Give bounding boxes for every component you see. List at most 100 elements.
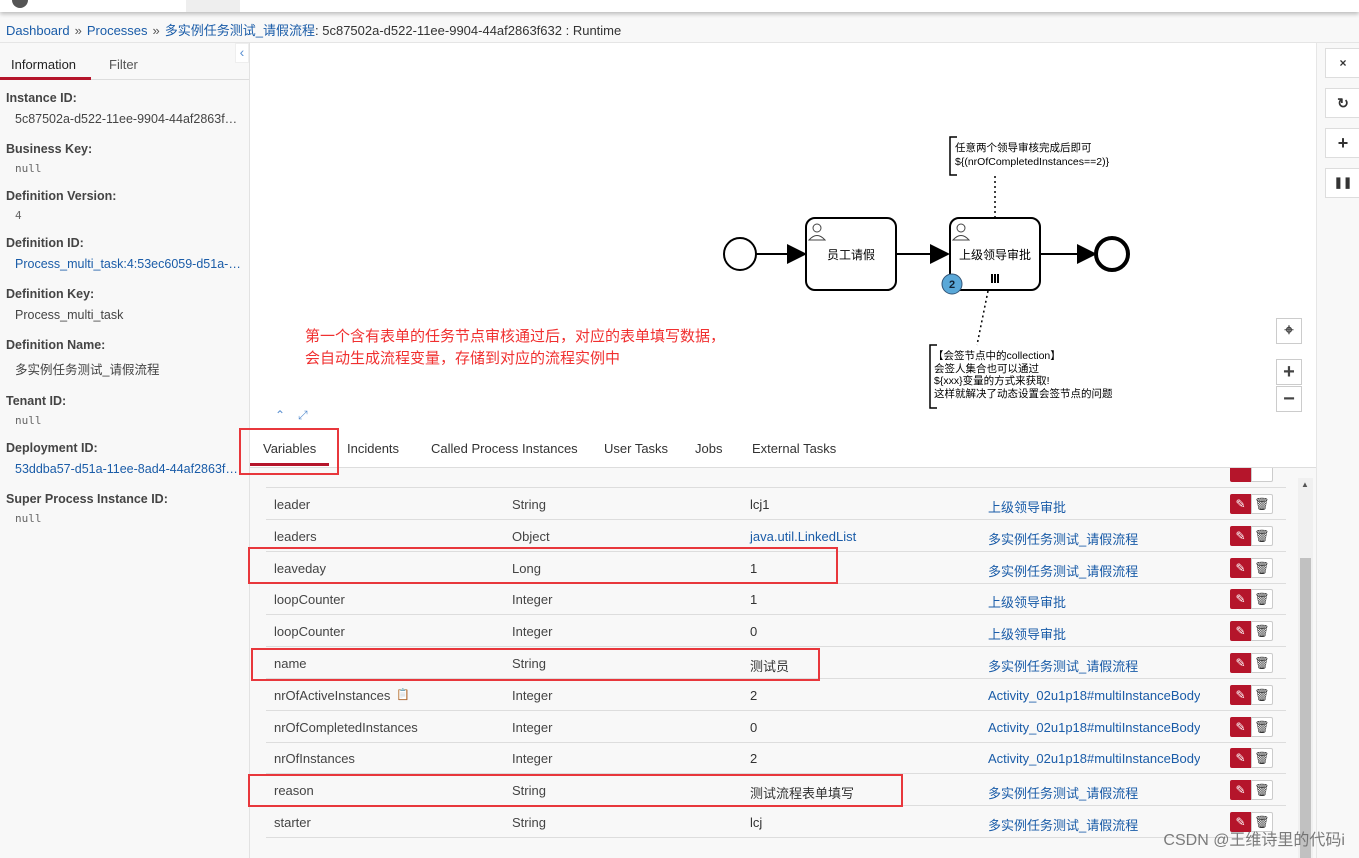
tab-called-process-instances[interactable]: Called Process Instances xyxy=(431,441,578,456)
delete-icon[interactable]: 🗑 xyxy=(1251,653,1273,673)
variable-value: 2 xyxy=(750,751,758,767)
breadcrumb-processes[interactable]: Processes xyxy=(87,23,148,38)
refresh-icon[interactable]: ↻ xyxy=(1325,88,1359,118)
field-value[interactable]: 53ddba57-d51a-11ee-8ad4-44af2863f632 xyxy=(15,462,244,476)
variable-type: Integer xyxy=(512,751,553,767)
delete-icon[interactable]: 🗑 xyxy=(1251,684,1273,705)
variable-name: nrOfCompletedInstances xyxy=(274,719,418,735)
field-label: Instance ID: xyxy=(6,91,77,105)
variable-scope[interactable]: 多实例任务测试_请假流程 xyxy=(988,815,1138,834)
edit-icon[interactable]: ✎ xyxy=(1230,684,1251,705)
instance-info: Instance ID: 5c87502a-d522-11ee-9904-44af… xyxy=(6,91,244,539)
tab-variables[interactable]: Variables xyxy=(250,441,330,466)
variable-scope[interactable]: 多实例任务测试_请假流程 xyxy=(988,561,1138,580)
note-line: 第一个含有表单的任务节点审核通过后，对应的表单填写数据， xyxy=(305,328,726,345)
variable-value: lcj xyxy=(750,815,763,830)
start-event[interactable] xyxy=(723,237,757,271)
field-value: Process_multi_task xyxy=(15,308,124,322)
edit-icon[interactable]: ✎ xyxy=(1230,589,1251,610)
annotation-note: 第一个含有表单的任务节点审核通过后，对应的表单填写数据， 会自动生成流程变量，存储… xyxy=(305,326,725,370)
variable-value: 0 xyxy=(750,719,758,735)
variable-type: Long xyxy=(512,560,541,576)
variable-name: leader xyxy=(274,497,311,512)
collapse-up-icon[interactable]: ⌃ xyxy=(275,408,285,422)
edit-icon[interactable]: ✎ xyxy=(1230,653,1251,673)
plus-icon[interactable]: + xyxy=(1325,128,1359,158)
table-row: starter String lcj 多实例任务测试_请假流程 ✎ 🗑 xyxy=(266,806,1286,838)
table-scrollbar[interactable]: ▲ xyxy=(1298,478,1313,858)
variable-scope[interactable]: 上级领导审批 xyxy=(988,592,1066,611)
table-row: nrOfCompletedInstances Integer 0 Activity_0… xyxy=(266,711,1286,743)
variable-value[interactable]: java.util.LinkedList xyxy=(750,529,856,544)
variable-value: 1 xyxy=(750,592,758,608)
variable-scope[interactable]: Activity_02u1p18#multiInstanceBody xyxy=(988,751,1200,766)
delete-icon[interactable]: 🗑 xyxy=(1251,525,1273,546)
edit-icon[interactable]: ✎ xyxy=(1230,748,1251,769)
expand-icon[interactable]: ⤢ xyxy=(298,408,308,423)
breadcrumb-dashboard[interactable]: Dashboard xyxy=(6,23,70,38)
variable-value: 2 xyxy=(750,687,758,703)
variable-value: 0 xyxy=(750,624,758,640)
delete-icon[interactable]: 🗑 xyxy=(1251,780,1273,801)
tab-user-tasks[interactable]: User Tasks xyxy=(604,441,668,456)
scrollbar-thumb[interactable] xyxy=(1300,558,1311,858)
variable-value: lcj1 xyxy=(750,497,770,512)
annotation1-line: ${(nrOfCompletedInstances==2)} xyxy=(955,156,1110,168)
edit-icon[interactable]: ✎ xyxy=(1230,557,1251,578)
variable-type: Integer xyxy=(512,624,553,640)
tab-jobs[interactable]: Jobs xyxy=(695,441,722,456)
variable-type: Integer xyxy=(512,592,553,608)
tab-incidents[interactable]: Incidents xyxy=(347,441,399,456)
variable-scope[interactable]: 多实例任务测试_请假流程 xyxy=(988,529,1138,548)
annotation2-line: ${xxx}变量的方式来获取! xyxy=(934,374,1050,387)
delete-icon[interactable]: 🗑 xyxy=(1251,716,1273,737)
delete-icon[interactable]: 🗑 xyxy=(1251,589,1273,610)
nav-tab[interactable] xyxy=(186,0,240,12)
delete-icon[interactable]: 🗑 xyxy=(1251,748,1273,769)
edit-icon[interactable]: ✎ xyxy=(1230,716,1251,737)
logo xyxy=(12,0,28,8)
edit-icon[interactable]: ✎ xyxy=(1230,780,1251,801)
variable-scope[interactable]: 上级领导审批 xyxy=(988,624,1066,643)
field-value[interactable]: Process_multi_task:4:53ec6059-d51a-11ee xyxy=(15,257,244,271)
annotation1-line: 任意两个领导审核完成后即可 xyxy=(955,141,1092,154)
reset-zoom-icon[interactable]: ⌖ xyxy=(1276,318,1302,344)
variable-name: loopCounter xyxy=(274,592,345,608)
zoom-out-icon[interactable]: − xyxy=(1276,386,1302,412)
pause-icon[interactable]: ❚❚ xyxy=(1325,168,1359,198)
field-value: 多实例任务测试_请假流程 xyxy=(15,363,160,377)
breadcrumb-process[interactable]: 多实例任务测试_请假流程 xyxy=(165,23,315,38)
variable-scope[interactable]: 多实例任务测试_请假流程 xyxy=(988,656,1138,675)
delete-icon[interactable] xyxy=(1251,468,1273,482)
variable-name: name xyxy=(274,656,307,671)
edit-icon[interactable] xyxy=(1230,468,1251,482)
zoom-in-icon[interactable]: + xyxy=(1276,359,1302,385)
variable-scope[interactable]: Activity_02u1p18#multiInstanceBody xyxy=(988,688,1200,703)
variable-scope[interactable]: Activity_02u1p18#multiInstanceBody xyxy=(988,720,1200,735)
variable-type: Object xyxy=(512,528,550,544)
table-row: leaveday Long 1 多实例任务测试_请假流程 ✎ 🗑 xyxy=(266,552,1286,584)
end-event[interactable] xyxy=(1094,236,1130,272)
tab-information[interactable]: Information xyxy=(0,57,91,80)
edit-icon[interactable]: ✎ xyxy=(1230,621,1251,642)
variable-scope[interactable]: 上级领导审批 xyxy=(988,497,1066,516)
field-value: 5c87502a-d522-11ee-9904-44af2863f632 xyxy=(15,112,244,126)
delete-icon[interactable]: 🗑 xyxy=(1251,621,1273,642)
table-row-partial xyxy=(266,468,1286,488)
close-icon[interactable]: × xyxy=(1325,48,1359,78)
clipboard-icon[interactable]: 📋 xyxy=(396,688,410,701)
variable-name: loopCounter xyxy=(274,624,345,640)
sidebar-tabs: Information Filter xyxy=(0,51,249,80)
variable-type: String xyxy=(512,783,546,799)
edit-icon[interactable]: ✎ xyxy=(1230,494,1251,514)
delete-icon[interactable]: 🗑 xyxy=(1251,557,1273,578)
tab-external-tasks[interactable]: External Tasks xyxy=(752,441,836,456)
delete-icon[interactable]: 🗑 xyxy=(1251,494,1273,514)
table-row: leaders Object java.util.LinkedList 多实例任务测试… xyxy=(266,520,1286,552)
variable-scope[interactable]: 多实例任务测试_请假流程 xyxy=(988,783,1138,802)
variable-type: String xyxy=(512,656,546,671)
scroll-up-icon[interactable]: ▲ xyxy=(1301,480,1309,489)
edit-icon[interactable]: ✎ xyxy=(1230,525,1251,546)
field-label: Definition Name: xyxy=(6,338,106,352)
tab-filter[interactable]: Filter xyxy=(109,57,138,72)
